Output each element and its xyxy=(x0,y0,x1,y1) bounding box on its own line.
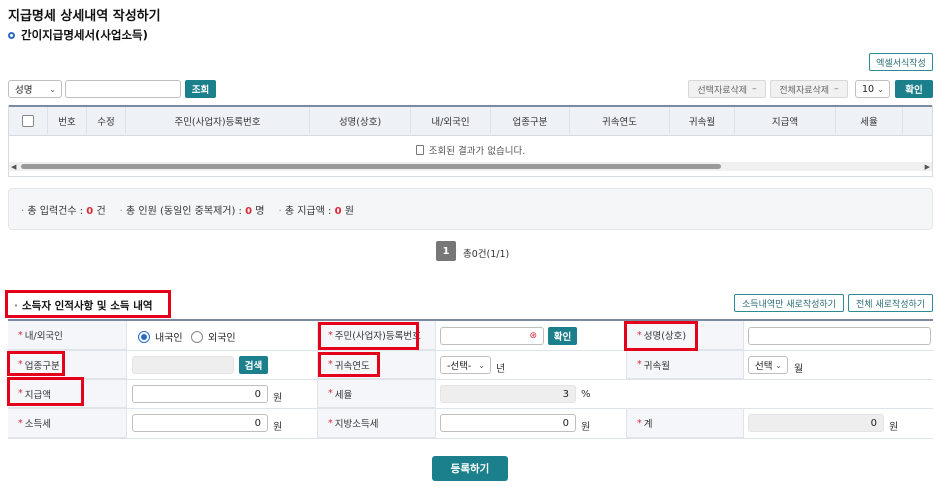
submit-button[interactable]: 등록하기 xyxy=(432,456,508,481)
col-header: 번호 xyxy=(48,107,87,134)
scroll-right-icon[interactable]: ▶ xyxy=(925,163,930,171)
confirm-button[interactable]: 확인 xyxy=(895,80,933,98)
label-local-tax: * 지방소득세 xyxy=(317,409,436,438)
scrollbar-thumb[interactable] xyxy=(21,164,721,169)
month-select[interactable]: 선택 ⌄ xyxy=(748,356,788,374)
label-tax-rate: * 세율 xyxy=(317,380,436,408)
input-count: · 총 입력건수 : 0 건 xyxy=(21,205,106,217)
page-number-1[interactable]: 1 xyxy=(436,241,456,261)
reg-no-input[interactable]: ⊛ xyxy=(440,327,544,345)
month-unit: 월 xyxy=(794,364,804,375)
clear-icon[interactable]: ⊛ xyxy=(529,331,537,341)
document-icon xyxy=(415,145,424,155)
local-tax-input[interactable]: 0 xyxy=(440,414,576,432)
name-input[interactable] xyxy=(748,327,931,345)
page-size-select[interactable]: 10 ⌄ xyxy=(855,80,890,98)
year-select[interactable]: -선택- ⌄ xyxy=(440,356,491,374)
excel-form-button[interactable]: 엑셀서식작성 xyxy=(869,53,933,71)
highlight-box-year xyxy=(318,352,380,377)
col-header: 내/외국인 xyxy=(411,107,491,134)
highlight-box-reg-no xyxy=(318,322,419,350)
local-tax-unit: 원 xyxy=(581,422,591,433)
radio-unchecked-icon xyxy=(191,330,203,343)
col-header: 업종구분 xyxy=(491,107,570,134)
chevron-down-icon: ⌄ xyxy=(49,84,56,94)
highlight-box-industry xyxy=(7,351,65,376)
chevron-down-icon: ⌄ xyxy=(877,84,884,94)
label-income-tax: * 소득세 xyxy=(8,409,127,438)
circle-bullet-icon xyxy=(8,31,15,39)
income-tax-unit: 원 xyxy=(273,422,283,433)
delete-all-button[interactable]: 전체자료삭제 – xyxy=(770,80,848,98)
empty-message: 조회된 결과가 없습니다. xyxy=(9,143,932,157)
new-income-only-button[interactable]: 소득내역만 새로작성하기 xyxy=(734,294,844,312)
highlight-box-amount xyxy=(7,377,84,406)
people-count: · 총 인원 (동일인 중복제거) : 0 명 xyxy=(119,205,265,217)
col-header: 귀속연도 xyxy=(570,107,670,134)
subtitle: 간이지급명세서(사업소득) xyxy=(8,27,148,43)
minus-icon: – xyxy=(752,84,757,94)
col-header: 귀속월 xyxy=(670,107,735,134)
amount-input[interactable]: 0 xyxy=(132,385,268,403)
year-unit: 년 xyxy=(496,364,506,375)
highlight-box-name xyxy=(624,321,698,351)
select-all-cell xyxy=(9,107,48,134)
label-total: * 계 xyxy=(626,409,744,438)
grid-header: 번호 수정 주민(사업자)등록번호 성명(상호) 내/외국인 업종구분 귀속연도… xyxy=(9,105,932,136)
col-header: 세율 xyxy=(836,107,903,134)
total-amount: · 총 지급액 : 0 원 xyxy=(278,205,354,217)
search-type-select[interactable]: 성명 ⌄ xyxy=(8,80,62,98)
col-header: 수정 xyxy=(87,107,126,134)
new-all-button[interactable]: 전체 새로작성하기 xyxy=(848,294,933,312)
col-header: 주민(사업자)등록번호 xyxy=(126,107,310,134)
total-unit: 원 xyxy=(889,422,899,433)
chevron-down-icon: ⌄ xyxy=(478,360,485,370)
col-header: 지급액 xyxy=(735,107,836,134)
label-nationality: * 내/외국인 xyxy=(8,321,127,350)
search-input[interactable] xyxy=(65,80,181,98)
percent-unit: % xyxy=(581,389,591,400)
reg-no-confirm-button[interactable]: 확인 xyxy=(548,327,577,345)
col-header: 성명(상호) xyxy=(310,107,411,134)
summary-box: · 총 입력건수 : 0 건 · 총 인원 (동일인 중복제거) : 0 명 ·… xyxy=(8,188,933,230)
industry-input xyxy=(132,356,234,374)
search-button[interactable]: 조회 xyxy=(185,80,216,98)
horizontal-scrollbar[interactable]: ◀ ▶ xyxy=(9,162,932,171)
total-input: 0 xyxy=(748,414,884,432)
delete-selected-button[interactable]: 선택자료삭제 – xyxy=(688,80,766,98)
label-month: * 귀속월 xyxy=(626,351,744,379)
radio-foreign[interactable]: 외국인 xyxy=(191,329,236,344)
tax-rate-input: 3 xyxy=(440,385,576,403)
amount-unit: 원 xyxy=(273,393,283,404)
highlight-box-section xyxy=(5,290,171,318)
radio-checked-icon xyxy=(138,330,150,343)
result-grid: 번호 수정 주민(사업자)등록번호 성명(상호) 내/외국인 업종구분 귀속연도… xyxy=(8,105,933,177)
minus-icon: – xyxy=(834,84,839,94)
select-all-checkbox[interactable] xyxy=(22,114,34,127)
page-title: 지급명세 상세내역 작성하기 xyxy=(8,9,161,24)
industry-search-button[interactable]: 검색 xyxy=(239,356,268,374)
pagination-total: 총0건(1/1) xyxy=(463,249,510,260)
income-tax-input[interactable]: 0 xyxy=(132,414,268,432)
radio-domestic[interactable]: 내국인 xyxy=(138,329,183,344)
chevron-down-icon: ⌄ xyxy=(775,360,782,370)
scroll-left-icon[interactable]: ◀ xyxy=(11,163,16,171)
